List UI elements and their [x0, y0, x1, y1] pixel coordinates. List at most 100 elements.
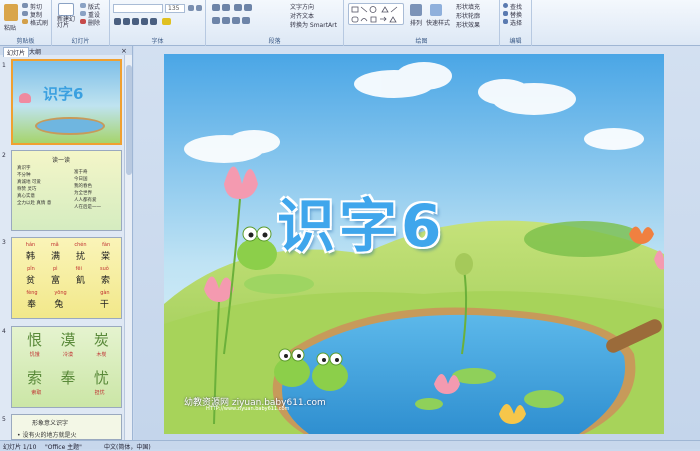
format-painter-icon[interactable]: [22, 19, 28, 24]
pinyin: mǎ: [50, 242, 59, 248]
arrange-button[interactable]: 排列: [410, 18, 422, 27]
slide-title: 识字6: [277, 192, 446, 260]
character: 索: [27, 369, 43, 387]
font-color-icon[interactable]: [162, 18, 171, 25]
shapes-gallery[interactable]: [348, 3, 404, 25]
slide-thumb-1[interactable]: 识字6: [11, 59, 122, 145]
slide-thumb-4[interactable]: 恨漠炭饥饿 冷漠 木炭索奉忧索取 担忧: [11, 326, 122, 408]
scrollbar-thumb[interactable]: [126, 65, 132, 175]
delete-icon[interactable]: [80, 19, 86, 24]
thumb-char-row: 奉兔干: [18, 297, 118, 314]
pinyin: gàn: [100, 290, 110, 296]
clipboard-group-label: 剪贴板: [16, 38, 35, 45]
cut-icon[interactable]: [22, 3, 28, 8]
format-painter-button[interactable]: 格式刷: [30, 18, 48, 27]
pinyin: chén: [74, 242, 87, 248]
slide-thumb-3[interactable]: hán mǎ chén fàn 韩 满 扰 棠 pǐn pì fēi suǒ 贫 富 飢 索 fèng yōng g…: [11, 237, 122, 319]
font-name-field[interactable]: [113, 4, 163, 13]
shape-fill-button[interactable]: 形状填充: [456, 2, 480, 11]
align-text-button[interactable]: 对齐文本: [290, 11, 314, 20]
quick-styles-icon[interactable]: [430, 4, 442, 16]
pane-close-icon[interactable]: ×: [118, 47, 130, 55]
character: 韩: [25, 252, 35, 262]
bold-icon[interactable]: [114, 18, 121, 25]
shrink-font-icon[interactable]: [196, 5, 202, 11]
editing-group-label: 编辑: [509, 38, 522, 45]
underline-icon[interactable]: [132, 18, 139, 25]
slide-counter: 幻灯片 1/10: [3, 444, 37, 451]
character: 棠: [100, 252, 110, 262]
character: 兔: [54, 300, 64, 310]
strikethrough-icon[interactable]: [141, 18, 148, 25]
align-center-icon[interactable]: [222, 17, 230, 24]
new-slide-icon[interactable]: [58, 3, 74, 16]
select-button[interactable]: 选择: [510, 18, 522, 27]
thumb-word: 全力以赴 真情 意: [17, 201, 52, 206]
grow-font-icon[interactable]: [188, 5, 194, 11]
thumb-pinyin-row: pǐn pì fēi suǒ: [18, 266, 118, 273]
slide-stage: 识字6 幼教资源网 ziyuan.baby611.com HTTP://www.…: [134, 46, 700, 440]
shape-effects-button[interactable]: 形状效果: [456, 20, 480, 29]
font-group: 135 字体: [110, 0, 206, 46]
character: 忧: [93, 369, 109, 387]
align-right-icon[interactable]: [232, 17, 240, 24]
font-group-label: 字体: [151, 38, 164, 45]
ribbon: 粘贴 剪切 复制 格式刷 剪贴板 新建幻灯片 版式 重设 删除 幻灯片 135 …: [0, 0, 700, 46]
main-slide[interactable]: 识字6 幼教资源网 ziyuan.baby611.com HTTP://www.…: [164, 54, 664, 434]
character: 索: [100, 276, 110, 286]
quick-styles-button[interactable]: 快速样式: [426, 18, 450, 27]
paste-button[interactable]: 粘贴: [4, 23, 16, 32]
align-left-icon[interactable]: [212, 17, 220, 24]
layout-icon[interactable]: [80, 3, 86, 8]
italic-icon[interactable]: [123, 18, 130, 25]
thumb-number: 1: [2, 62, 6, 69]
shape-outline-button[interactable]: 形状轮廓: [456, 11, 480, 20]
thumb-char-row: 贫富飢索: [18, 273, 118, 290]
slides-group-label: 幻灯片: [71, 38, 90, 45]
thumb-word: 今日国: [74, 177, 88, 182]
replace-icon[interactable]: [503, 11, 508, 16]
increase-indent-icon[interactable]: [244, 4, 252, 11]
thumb-char-row: 恨漠炭: [18, 329, 118, 351]
thumb-number: 3: [2, 239, 6, 246]
copy-icon[interactable]: [22, 11, 28, 16]
thumb-word: 人在后是一一: [74, 205, 101, 210]
character: 贫: [25, 276, 35, 286]
pane-scrollbar[interactable]: [124, 55, 132, 440]
convert-smartart-button[interactable]: 转换为 SmartArt: [290, 20, 337, 29]
text-direction-button[interactable]: 文字方向: [290, 2, 314, 11]
character: 奉: [60, 369, 76, 387]
select-icon[interactable]: [503, 19, 508, 24]
shadow-icon[interactable]: [150, 18, 157, 25]
paragraph-group-label: 段落: [268, 38, 281, 45]
thumb-word: 真诚地 可爱: [17, 180, 41, 185]
slide-thumb-5[interactable]: 形象意义识字 • 没有火的地方就是火: [11, 414, 122, 440]
font-size-field[interactable]: 135: [165, 4, 185, 13]
arrange-icon[interactable]: [410, 4, 422, 16]
character: 满: [50, 252, 60, 262]
bullets-icon[interactable]: [212, 4, 220, 11]
numbering-icon[interactable]: [222, 4, 230, 11]
new-slide-button[interactable]: 新建幻灯片: [57, 17, 79, 29]
language-indicator[interactable]: 中文(简体，中国): [104, 442, 151, 451]
word: 冷漠: [62, 352, 73, 358]
delete-button[interactable]: 删除: [88, 18, 100, 27]
thumb-char-row: 索奉忧: [18, 367, 118, 389]
theme-name: "Office 主题": [45, 444, 82, 451]
find-icon[interactable]: [503, 3, 508, 8]
thumb-word: 称赞 灵巧: [17, 187, 37, 192]
decrease-indent-icon[interactable]: [234, 4, 242, 11]
justify-icon[interactable]: [242, 17, 250, 24]
thumb-right-column: 富于奇 今日国 我的春色 为全世界 人人都有爱 人在后是一一: [74, 169, 101, 211]
reset-icon[interactable]: [80, 11, 86, 16]
character: 飢: [75, 276, 85, 286]
character: 漠: [60, 331, 76, 349]
thumb-title: 读一读: [52, 157, 71, 164]
character: 奉: [27, 300, 37, 310]
thumb-line: • 没有火的地方就是火: [17, 432, 77, 439]
tab-outline[interactable]: 大纲: [26, 47, 44, 56]
lily-pad: [524, 390, 564, 408]
paste-icon[interactable]: [4, 4, 18, 21]
character: 炭: [93, 331, 109, 349]
slide-thumb-2[interactable]: 读一读 真识字 不分种 真诚地 可爱 称赞 灵巧 真心实意 全力以赴 真情 意 富于奇 今日…: [11, 150, 122, 231]
